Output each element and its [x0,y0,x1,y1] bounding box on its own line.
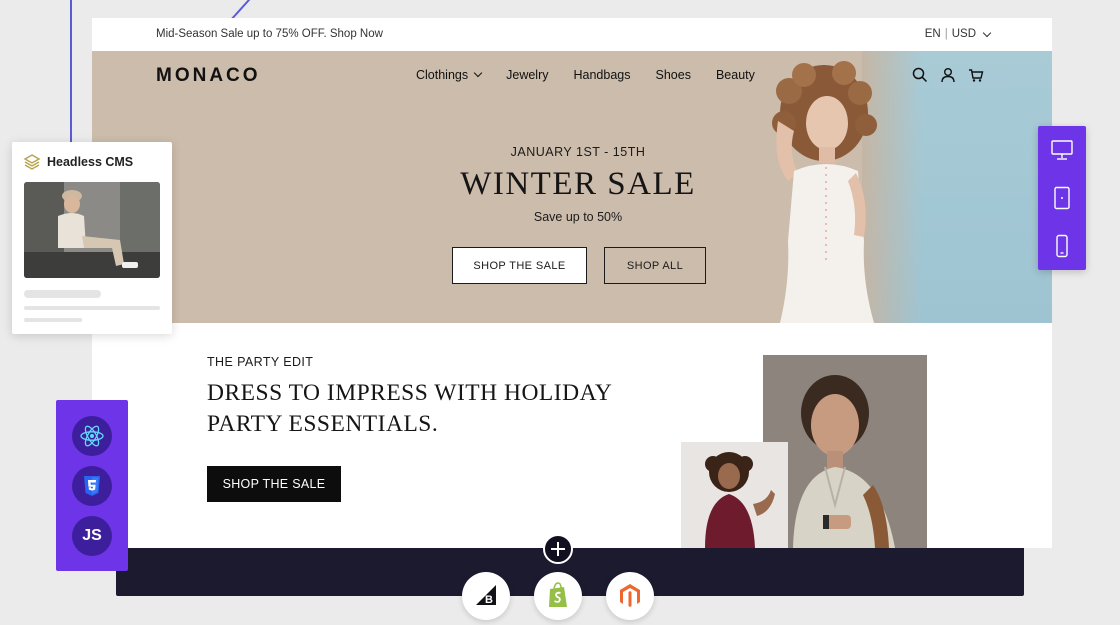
hero-banner: MONACO Clothings Jewelry Handbags Shoes … [92,51,1052,323]
woman-burgundy-dress-image [681,442,788,548]
promo-bar: Mid-Season Sale up to 75% OFF. Shop Now … [92,18,1052,51]
nav-item-jewelry[interactable]: Jewelry [506,68,548,82]
tech-stack-panel: JS [56,400,128,571]
hero-date: JANUARY 1ST - 15TH [510,145,646,159]
js-icon[interactable]: JS [72,516,112,556]
party-edit-section: THE PARTY EDIT DRESS TO IMPRESS WITH HOL… [207,355,627,440]
main-nav: Clothings Jewelry Handbags Shoes Beauty [416,68,755,82]
react-icon[interactable] [72,416,112,456]
svg-text:B: B [485,594,493,606]
css3-icon[interactable] [72,466,112,506]
js-label: JS [82,527,102,544]
currency-label: USD [951,28,976,40]
header-icons [912,67,984,83]
magento-icon[interactable] [606,572,654,620]
cms-card-image [24,182,160,278]
nav-label: Clothings [416,68,469,82]
nav-item-handbags[interactable]: Handbags [574,68,631,82]
hero-model-image [772,61,877,323]
tablet-icon[interactable] [1050,186,1074,210]
nav-label: Shoes [655,68,691,82]
cms-card-title: Headless CMS [47,155,134,169]
party-eyebrow: THE PARTY EDIT [207,355,314,369]
skeleton-line [24,318,82,322]
nav-label: Handbags [573,68,631,82]
headless-cms-card[interactable]: Headless CMS [12,142,172,334]
hero-buttons: SHOP THE SALE SHOP ALL [452,247,706,284]
cms-card-header: Headless CMS [23,153,133,171]
search-icon[interactable] [912,67,928,83]
css3-logo [84,476,100,496]
nav-label: Beauty [715,68,755,82]
cart-icon[interactable] [968,67,984,83]
add-integration-button[interactable] [543,534,573,564]
nav-label: Jewelry [506,68,549,82]
shopify-icon[interactable] [534,572,582,620]
skeleton-line [24,290,101,298]
bigcommerce-logo: B [476,585,496,606]
layers-icon [23,154,41,170]
hero-title: WINTER SALE [460,166,696,202]
seated-woman-image [24,182,160,278]
party-shop-the-sale-button[interactable]: SHOP THE SALE [207,466,341,502]
shopify-logo [549,582,567,607]
device-switcher [1038,126,1086,270]
nav-item-clothings[interactable]: Clothings [416,68,483,82]
chevron-down-icon [473,68,483,78]
promo-text[interactable]: Mid-Season Sale up to 75% OFF. Shop Now [156,28,383,40]
decorative-connector-line [70,0,72,145]
chevron-down-icon [982,28,992,37]
hero-copy: JANUARY 1ST - 15TH WINTER SALE Save up t… [422,145,734,224]
mobile-icon[interactable] [1050,234,1074,258]
party-title: DRESS TO IMPRESS WITH HOLIDAY PARTY ESSE… [207,380,612,437]
magento-logo [620,584,640,607]
nav-item-beauty[interactable]: Beauty [716,68,755,82]
plus-icon [551,542,565,556]
locale-separator: | [944,28,948,40]
storefront-preview: Mid-Season Sale up to 75% OFF. Shop Now … [92,18,1052,548]
skeleton-line [24,306,160,310]
hero-subtitle: Save up to 50% [533,210,623,224]
shop-the-sale-button[interactable]: SHOP THE SALE [452,247,587,284]
bigcommerce-icon[interactable]: B [462,572,510,620]
desktop-icon[interactable] [1050,138,1074,162]
locale-selector[interactable]: EN | USD [924,28,992,40]
party-photo-small[interactable] [681,442,788,548]
language-label: EN [924,28,941,40]
shop-all-button[interactable]: SHOP ALL [604,247,706,284]
account-icon[interactable] [940,67,956,83]
brand-logo[interactable]: MONACO [156,65,261,87]
nav-item-shoes[interactable]: Shoes [656,68,691,82]
react-logo [80,425,104,447]
